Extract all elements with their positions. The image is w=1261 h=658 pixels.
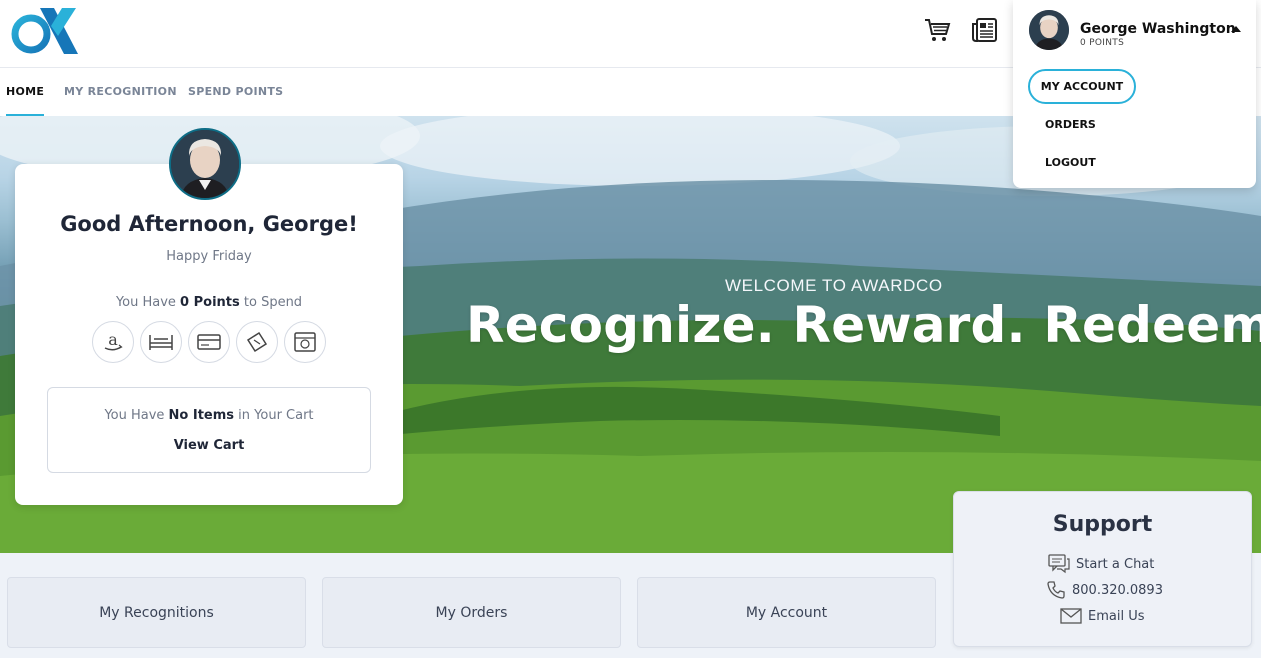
greeting-title: Good Afternoon, George!	[60, 212, 358, 236]
points-value: 0 Points	[180, 295, 240, 310]
awardco-logo[interactable]	[10, 6, 80, 56]
cart-suffix: in Your Cart	[234, 408, 314, 423]
cart-summary: You Have No Items in Your Cart View Cart	[47, 387, 371, 473]
cart-prefix: You Have	[104, 408, 169, 423]
cart-icon[interactable]	[923, 16, 951, 44]
phone-icon	[1047, 581, 1065, 599]
phone-label: 800.320.0893	[1072, 582, 1163, 598]
user-avatar[interactable]	[1029, 10, 1069, 50]
tile-my-orders[interactable]: My Orders	[322, 577, 621, 648]
hero-title: Recognize. Reward. Redeem.	[466, 296, 1261, 354]
view-cart-link[interactable]: View Cart	[48, 438, 370, 453]
svg-text:a: a	[108, 330, 118, 349]
gift-card-icon[interactable]	[284, 321, 326, 363]
support-title: Support	[1052, 512, 1153, 537]
bed-icon[interactable]	[140, 321, 182, 363]
tile-my-recognitions[interactable]: My Recognitions	[7, 577, 306, 648]
tab-spend-points[interactable]: SPEND POINTS	[188, 68, 283, 116]
cart-status: You Have No Items in Your Cart	[48, 408, 370, 423]
user-points: 0 POINTS	[1080, 38, 1125, 48]
avatar	[169, 128, 241, 200]
menu-logout[interactable]: LOGOUT	[1045, 156, 1096, 169]
phone-link[interactable]: 800.320.0893	[1046, 580, 1163, 600]
cart-value: No Items	[168, 408, 235, 423]
email-label: Email Us	[1088, 608, 1145, 624]
points-suffix: to Spend	[239, 295, 303, 310]
ticket-icon[interactable]	[236, 321, 278, 363]
category-shortcuts: a	[92, 321, 332, 363]
caret-up-icon[interactable]	[1231, 26, 1241, 32]
hero-subtitle: WELCOME TO AWARDCO	[725, 276, 943, 295]
tab-home[interactable]: HOME	[6, 68, 45, 116]
menu-orders[interactable]: ORDERS	[1045, 118, 1096, 131]
card-icon[interactable]	[188, 321, 230, 363]
tile-my-account[interactable]: My Account	[637, 577, 936, 648]
support-panel: Support Start a Chat 800.320.0893 Email …	[953, 491, 1252, 647]
chat-icon	[1048, 554, 1070, 574]
amazon-icon[interactable]: a	[92, 321, 134, 363]
chat-label: Start a Chat	[1076, 556, 1155, 572]
tab-my-recognition[interactable]: MY RECOGNITION	[64, 68, 177, 116]
user-dropdown: George Washington 0 POINTS MY ACCOUNT OR…	[1013, 0, 1256, 188]
greeting-card: Good Afternoon, George! Happy Friday You…	[15, 164, 403, 505]
email-link[interactable]: Email Us	[1060, 606, 1145, 626]
menu-my-account[interactable]: MY ACCOUNT	[1028, 69, 1136, 104]
start-chat-link[interactable]: Start a Chat	[1048, 554, 1154, 574]
greeting-subtitle: Happy Friday	[166, 249, 252, 264]
user-name[interactable]: George Washington	[1080, 21, 1236, 37]
points-summary: You Have 0 Points to Spend	[15, 295, 403, 310]
points-prefix: You Have	[115, 295, 181, 310]
mail-icon	[1060, 608, 1082, 624]
newspaper-icon[interactable]	[971, 16, 999, 44]
